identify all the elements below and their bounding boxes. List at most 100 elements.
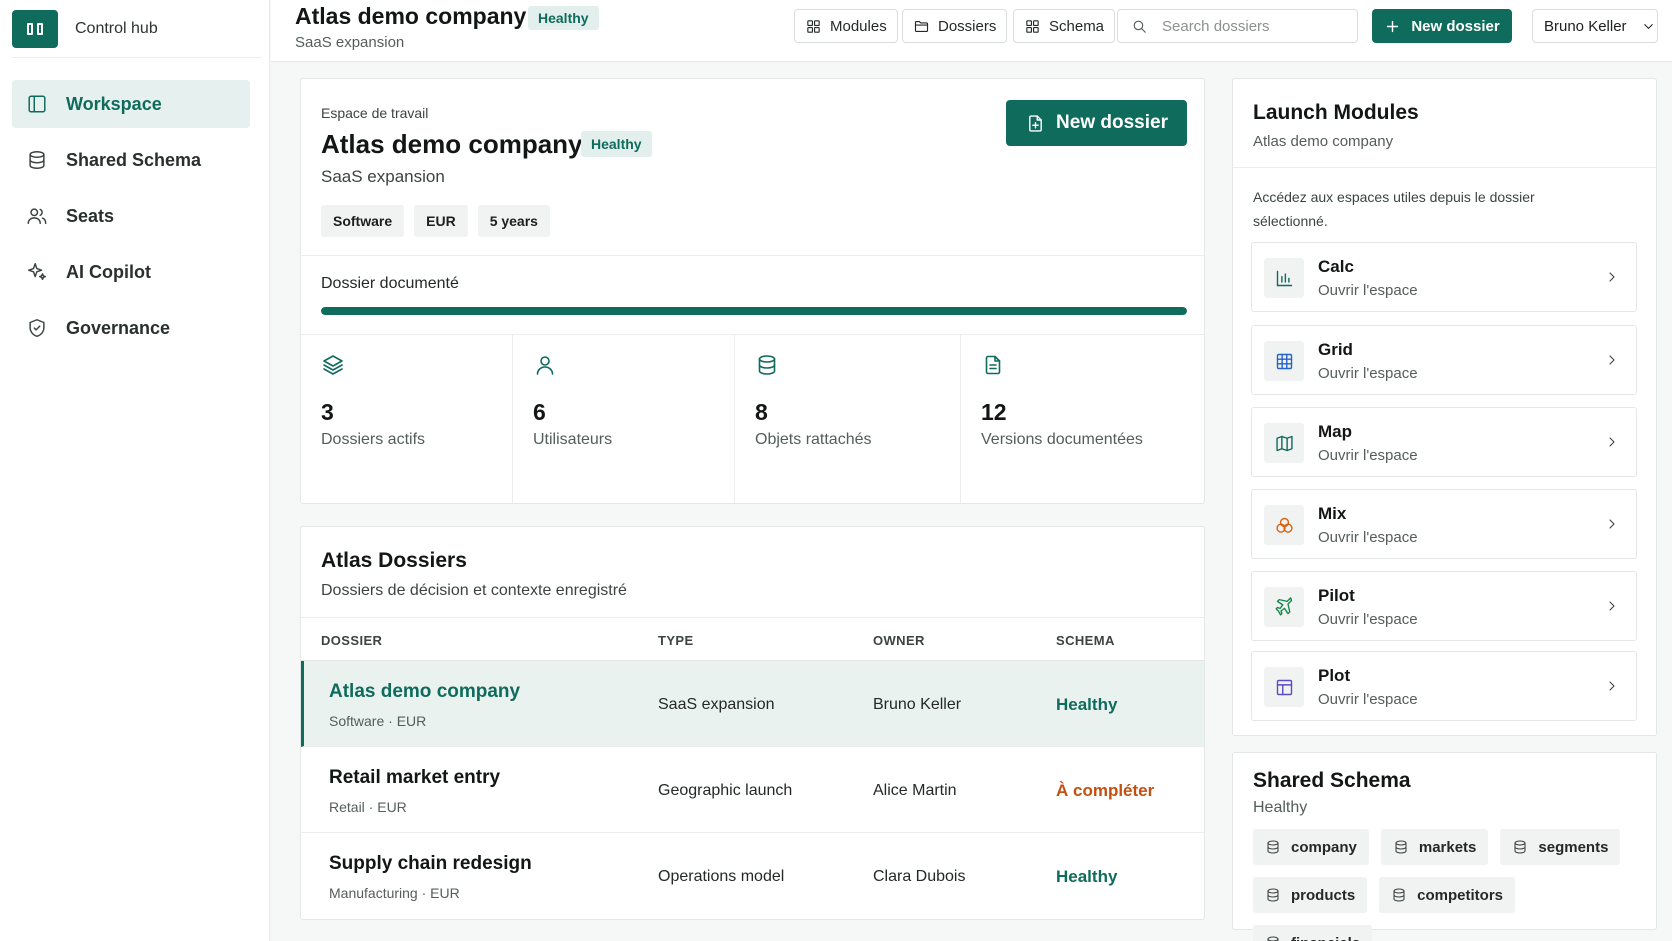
plane-icon bbox=[1274, 596, 1292, 616]
divider bbox=[1233, 167, 1656, 168]
schema-chip-competitors[interactable]: competitors bbox=[1379, 877, 1516, 913]
module-name: Grid bbox=[1318, 340, 1353, 359]
stat-value: 3 bbox=[321, 399, 334, 425]
dossier-meta: Retail · EUR bbox=[329, 799, 407, 815]
column-header-schema[interactable]: SCHEMA bbox=[1056, 633, 1115, 648]
sidebar-item-governance[interactable]: Governance bbox=[12, 304, 250, 352]
column-header-type[interactable]: TYPE bbox=[658, 633, 694, 648]
dossier-name[interactable]: Supply chain redesign bbox=[329, 853, 532, 875]
schema-chip-label: products bbox=[1291, 886, 1356, 904]
column-header-owner[interactable]: OWNER bbox=[873, 633, 925, 648]
new-dossier-label: New dossier bbox=[1411, 17, 1500, 35]
module-mix[interactable]: Mix Ouvrir l'espace bbox=[1251, 489, 1637, 559]
sidebar-item-label: Governance bbox=[66, 317, 171, 338]
sidebar-item-workspace[interactable]: Workspace bbox=[12, 80, 250, 128]
chevron-right-icon bbox=[1609, 272, 1615, 282]
blend-icon bbox=[1275, 517, 1293, 533]
workspace-eyebrow: Espace de travail bbox=[321, 105, 429, 121]
schema-button-label: Schema bbox=[1049, 17, 1105, 35]
stat-value: 12 bbox=[981, 399, 1007, 425]
progress-fill bbox=[321, 307, 1187, 315]
schema-chip-label: markets bbox=[1418, 838, 1477, 856]
dossier-type: SaaS expansion bbox=[658, 696, 775, 713]
sidebar-item-label: AI Copilot bbox=[66, 261, 151, 282]
module-action: Ouvrir l'espace bbox=[1318, 691, 1418, 708]
panel-icon bbox=[28, 95, 46, 113]
shared-schema-card: Shared Schema Healthy company markets se… bbox=[1232, 752, 1657, 941]
database-icon bbox=[1267, 936, 1279, 941]
page-title: Atlas demo company bbox=[295, 3, 527, 29]
table-row[interactable]: Retail market entry Retail · EUR Geograp… bbox=[301, 747, 1204, 833]
column-header-dossier[interactable]: DOSSIER bbox=[321, 633, 382, 648]
database-icon bbox=[1267, 840, 1279, 854]
module-pilot[interactable]: Pilot Ouvrir l'espace bbox=[1251, 571, 1637, 641]
module-name: Map bbox=[1318, 422, 1352, 441]
module-grid[interactable]: Grid Ouvrir l'espace bbox=[1251, 325, 1637, 395]
chevron-down-icon bbox=[1643, 23, 1653, 29]
schema-chip-financials[interactable]: financials bbox=[1253, 925, 1373, 941]
document-icon bbox=[985, 355, 1001, 375]
schema-chip-products[interactable]: products bbox=[1253, 877, 1368, 913]
shared-schema-title: Shared Schema bbox=[1253, 769, 1411, 792]
new-dossier-cta-button[interactable]: New dossier bbox=[1006, 100, 1187, 146]
stat-value: 8 bbox=[755, 399, 768, 425]
dossiers-button[interactable]: Dossiers bbox=[902, 9, 1008, 43]
plus-icon bbox=[1387, 20, 1399, 32]
schema-chip-segments[interactable]: segments bbox=[1500, 829, 1621, 865]
folder-icon bbox=[914, 20, 929, 32]
table-row[interactable]: Atlas demo company Software · EUR SaaS e… bbox=[301, 661, 1204, 747]
users-icon bbox=[27, 208, 47, 225]
schema-chip-label: segments bbox=[1538, 838, 1609, 856]
module-action: Ouvrir l'espace bbox=[1318, 282, 1418, 299]
dossier-owner: Bruno Keller bbox=[873, 696, 962, 713]
table-row[interactable]: Supply chain redesign Manufacturing · EU… bbox=[301, 833, 1204, 919]
database-icon bbox=[1393, 888, 1405, 902]
tag: 5 years bbox=[477, 205, 550, 237]
module-action: Ouvrir l'espace bbox=[1318, 365, 1418, 382]
schema-chip-label: financials bbox=[1291, 935, 1360, 941]
module-name: Calc bbox=[1318, 257, 1354, 276]
search-input[interactable] bbox=[1162, 17, 1342, 35]
module-calc[interactable]: Calc Ouvrir l'espace bbox=[1251, 242, 1637, 312]
schema-chip-markets[interactable]: markets bbox=[1380, 829, 1489, 865]
dossiers-button-label: Dossiers bbox=[938, 17, 997, 35]
module-plot[interactable]: Plot Ouvrir l'espace bbox=[1251, 651, 1637, 721]
stat-label: Utilisateurs bbox=[533, 431, 613, 448]
tag: EUR bbox=[414, 205, 468, 237]
dossier-meta: Manufacturing · EUR bbox=[329, 885, 460, 901]
layers-icon bbox=[323, 355, 343, 375]
brand-name: Control hub bbox=[75, 19, 158, 37]
bar-chart-icon bbox=[1276, 270, 1292, 286]
stat-label: Versions documentées bbox=[981, 431, 1143, 448]
page-subtitle: SaaS expansion bbox=[295, 34, 405, 51]
modules-button[interactable]: Modules bbox=[794, 9, 898, 43]
status-badge: Healthy bbox=[581, 131, 652, 157]
module-map[interactable]: Map Ouvrir l'espace bbox=[1251, 407, 1637, 477]
brand-logo[interactable] bbox=[12, 9, 58, 48]
map-icon bbox=[1275, 435, 1293, 451]
chevron-right-icon bbox=[1609, 601, 1615, 611]
dossier-name[interactable]: Atlas demo company bbox=[329, 681, 520, 703]
schema-button[interactable]: Schema bbox=[1013, 9, 1116, 43]
stat-versions-documentees: 12 Versions documentées bbox=[961, 335, 1204, 503]
modules-button-label: Modules bbox=[830, 17, 887, 35]
sidebar-item-ai-copilot[interactable]: AI Copilot bbox=[12, 248, 250, 296]
dossier-type: Geographic launch bbox=[658, 782, 793, 799]
status-badge: Healthy bbox=[528, 6, 599, 30]
schema-chip-company[interactable]: company bbox=[1253, 829, 1369, 865]
tag: Software bbox=[321, 205, 405, 237]
sidebar-item-label: Seats bbox=[66, 205, 115, 226]
sidebar-item-seats[interactable]: Seats bbox=[12, 192, 250, 240]
dossier-name[interactable]: Retail market entry bbox=[329, 767, 500, 789]
dossier-status: Healthy bbox=[1056, 867, 1118, 886]
database-icon bbox=[1395, 840, 1407, 854]
module-icon-box bbox=[1264, 505, 1304, 545]
user-menu[interactable]: Bruno Keller bbox=[1532, 9, 1658, 43]
dossiers-title: Atlas Dossiers bbox=[321, 549, 467, 572]
workspace-subtitle: SaaS expansion bbox=[321, 167, 445, 186]
dossier-type: Operations model bbox=[658, 868, 785, 885]
new-dossier-button[interactable]: New dossier bbox=[1372, 9, 1512, 43]
grid-icon bbox=[807, 19, 820, 33]
schema-chip-label: company bbox=[1291, 838, 1357, 856]
sidebar-item-shared-schema[interactable]: Shared Schema bbox=[12, 136, 250, 184]
